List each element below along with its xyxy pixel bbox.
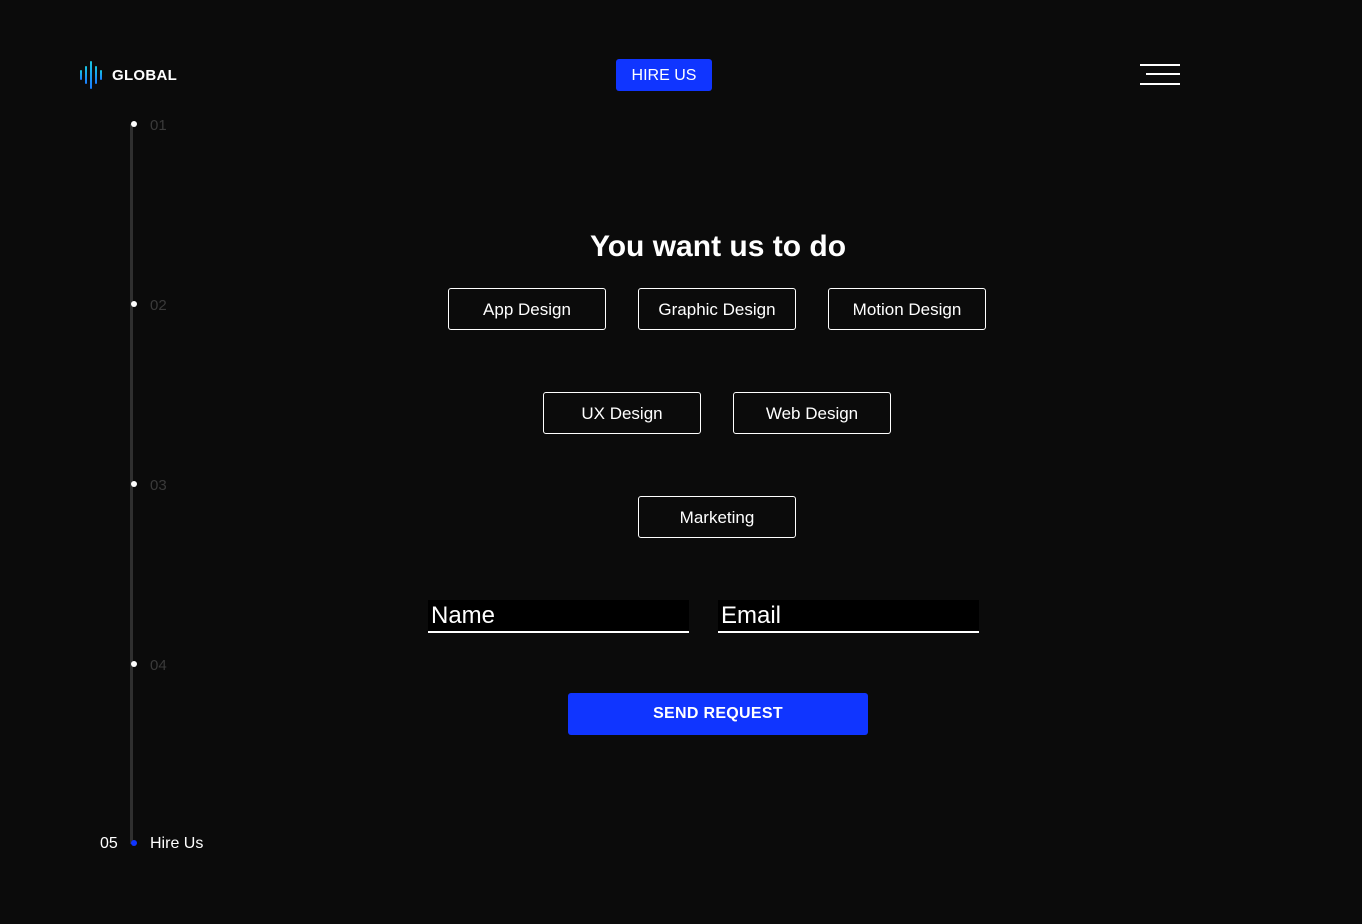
logo[interactable]: GLOBAL [80,60,177,90]
timeline-label-hire-us[interactable]: Hire Us [150,835,203,853]
timeline-label-02[interactable]: 02 [150,297,167,314]
timeline-number-05: 05 [100,835,118,852]
sound-wave-icon [80,60,102,90]
timeline-dot-04[interactable] [131,661,137,667]
timeline-dot-05[interactable] [131,840,137,846]
page-title: You want us to do [589,230,847,263]
timeline-dot-02[interactable] [131,301,137,307]
hamburger-menu-icon[interactable] [1140,64,1180,88]
service-web-design[interactable]: Web Design [733,392,891,434]
timeline-dot-01[interactable] [131,121,137,127]
name-field[interactable] [428,600,689,633]
hire-us-button[interactable]: HIRE US [616,59,712,91]
logo-text: GLOBAL [112,66,178,84]
timeline-dot-03[interactable] [131,481,137,487]
service-motion-design[interactable]: Motion Design [828,288,986,330]
timeline-label-04[interactable]: 04 [150,657,167,674]
timeline-label-01[interactable]: 01 [150,117,167,134]
service-marketing[interactable]: Marketing [638,496,796,538]
send-request-button[interactable]: SEND REQUEST [568,693,868,735]
timeline-label-03[interactable]: 03 [150,477,167,494]
service-app-design[interactable]: App Design [448,288,606,330]
service-ux-design[interactable]: UX Design [543,392,701,434]
email-field[interactable] [718,600,979,633]
service-graphic-design[interactable]: Graphic Design [638,288,796,330]
